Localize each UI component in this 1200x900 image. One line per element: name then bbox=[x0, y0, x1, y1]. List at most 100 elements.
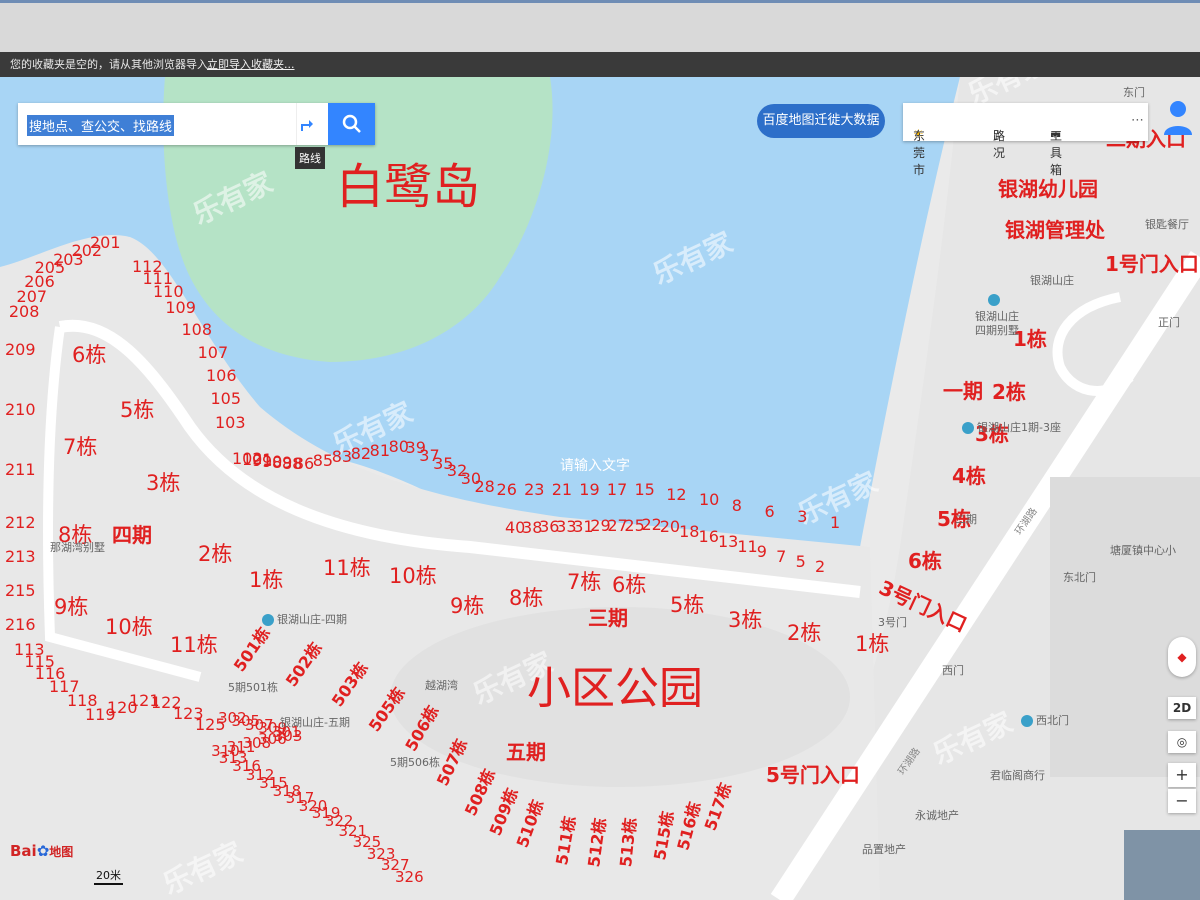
street-view-thumbnail[interactable] bbox=[1124, 830, 1200, 900]
building-label: 6栋 bbox=[908, 549, 942, 573]
villa-number-label: 9 bbox=[756, 542, 767, 562]
traffic-label: 路况 bbox=[993, 129, 1006, 160]
villa-number-label: 7 bbox=[776, 547, 787, 567]
poi-yinhu[interactable]: 银湖山庄 bbox=[1030, 275, 1074, 286]
poi-northeast-gate[interactable]: 东北门 bbox=[1063, 572, 1096, 583]
poi-east-gate[interactable]: 东门 bbox=[1123, 87, 1145, 98]
poi-yuehuwan[interactable]: 越湖湾 bbox=[425, 680, 458, 691]
search-icon bbox=[342, 114, 361, 133]
poi-name: 塘厦镇中心小 bbox=[1110, 544, 1176, 557]
poi-marker-icon bbox=[962, 422, 974, 434]
poi-main-gate[interactable]: 正门 bbox=[1158, 317, 1180, 328]
villa-number-label: 16 bbox=[698, 527, 719, 547]
poi-506[interactable]: 5期506栋 bbox=[390, 757, 440, 768]
favorites-bar: 您的收藏夹是空的，请从其他浏览器导入。 立即导入收藏夹... bbox=[0, 52, 1200, 77]
egret-island-label: 白鹭岛 bbox=[336, 159, 481, 215]
phase1-label: 一期 bbox=[943, 379, 983, 403]
building-label: 2栋 bbox=[787, 621, 822, 645]
poi-name: 那湖湾别墅 bbox=[50, 541, 105, 554]
poi-name: 东门 bbox=[1123, 86, 1145, 99]
search-button[interactable] bbox=[328, 103, 375, 145]
phase3-label: 三期 bbox=[588, 606, 628, 630]
poi-yinhu-5[interactable]: 银湖山庄-五期 bbox=[280, 717, 350, 728]
villa-number-label: 208 bbox=[8, 302, 40, 322]
logo-text: 地图 bbox=[49, 845, 74, 859]
poi-west-gate[interactable]: 西门 bbox=[942, 665, 964, 676]
poi-name: 二期 bbox=[955, 513, 977, 526]
user-icon bbox=[1164, 101, 1192, 135]
park-label: 小区公园 bbox=[527, 663, 703, 714]
poi-name: 西门 bbox=[942, 664, 964, 677]
poi-yinhu-4[interactable]: 银湖山庄-四期 bbox=[262, 614, 347, 626]
building-label: 6栋 bbox=[72, 343, 107, 367]
input-text-label: 请输入文字 bbox=[560, 458, 630, 474]
phase4-label: 四期 bbox=[112, 523, 152, 547]
poi-501[interactable]: 5期501栋 bbox=[228, 682, 278, 693]
poi-northwest-gate[interactable]: 西北门 bbox=[1021, 715, 1069, 727]
villa-number-label: 15 bbox=[634, 480, 655, 499]
villa-number-label: 213 bbox=[5, 547, 36, 567]
villa-number-label: 103 bbox=[215, 413, 246, 432]
villa-number-label: 81 bbox=[369, 440, 390, 460]
villa-number-label: 107 bbox=[197, 342, 229, 362]
building-label: 4栋 bbox=[952, 464, 986, 488]
map-toolbar: ☀ 东莞市 ⌄ ▯ 路况 ▬ 工具箱 ⌄ bbox=[903, 103, 1148, 177]
more-button[interactable]: ⋯ bbox=[1126, 103, 1148, 141]
search-box: 搜地点、查公交、找路线 bbox=[18, 103, 375, 145]
poi-name: 5期501栋 bbox=[228, 681, 278, 694]
poi-naji-villa[interactable]: 那湖湾别墅 bbox=[50, 542, 105, 553]
villa-number-label: 19 bbox=[579, 480, 600, 499]
user-avatar[interactable] bbox=[1160, 97, 1196, 137]
chevron-down-icon: ⌄ bbox=[1050, 127, 1061, 141]
phase5-label: 五期 bbox=[506, 740, 546, 764]
search-input[interactable]: 搜地点、查公交、找路线 bbox=[27, 115, 175, 136]
poi-yongcheng[interactable]: 永诚地产 bbox=[915, 810, 959, 821]
villa-number-label: 11 bbox=[737, 537, 758, 557]
poi-restaurant[interactable]: 银匙餐厅 bbox=[1145, 219, 1189, 230]
poi-name: 5期506栋 bbox=[390, 756, 440, 769]
villa-number-label: 6 bbox=[764, 501, 775, 521]
poi-villa4[interactable]: 银湖山庄 四期别墅 bbox=[975, 294, 1019, 339]
poi-r2[interactable]: 二期 bbox=[955, 514, 977, 525]
poi-gate3[interactable]: 3号门 bbox=[878, 617, 907, 628]
map-canvas[interactable]: 乐有家 乐有家 乐有家 乐有家 乐有家 乐有家 乐有家 乐有家 白鹭岛 小区公园… bbox=[0, 77, 1200, 900]
poi-name: 永诚地产 bbox=[915, 809, 959, 822]
poi-junlinge[interactable]: 君临阁商行 bbox=[990, 770, 1045, 781]
route-button[interactable] bbox=[296, 103, 331, 145]
building-label: 5栋 bbox=[670, 593, 705, 617]
villa-number-label: 1 bbox=[830, 513, 841, 532]
favorites-empty-message: 您的收藏夹是空的，请从其他浏览器导入。 bbox=[10, 58, 219, 71]
villa-number-label: 13 bbox=[717, 532, 739, 552]
villa-number-label: 326 bbox=[395, 868, 424, 886]
poi-tangxia-school[interactable]: 塘厦镇中心小 bbox=[1110, 545, 1176, 556]
poi-marker-icon bbox=[988, 294, 1000, 306]
villa-number-label: 106 bbox=[206, 365, 237, 385]
poi-name: 正门 bbox=[1158, 316, 1180, 329]
villa-number-label: 109 bbox=[165, 297, 196, 317]
zoom-in-button[interactable]: + bbox=[1168, 763, 1196, 787]
poi-pinzhi[interactable]: 品置地产 bbox=[862, 844, 906, 855]
building-label: 9栋 bbox=[54, 595, 89, 619]
building-label: 3栋 bbox=[146, 471, 181, 495]
chevron-down-icon: ⌄ bbox=[913, 127, 924, 141]
poi-name: 3号门 bbox=[878, 616, 907, 629]
villa-number-label: 5 bbox=[795, 552, 806, 572]
compass-control[interactable]: ◆ bbox=[1168, 637, 1196, 677]
villa-number-label: 86 bbox=[293, 454, 315, 474]
poi-name: 银湖山庄1期-3座 bbox=[977, 421, 1061, 434]
mode-2d-button[interactable]: 2D bbox=[1168, 697, 1196, 719]
villa-number-label: 26 bbox=[496, 480, 517, 499]
building-label: 5栋 bbox=[120, 398, 155, 422]
building-label: 10栋 bbox=[105, 615, 153, 639]
villa-number-label: 209 bbox=[5, 340, 36, 359]
paw-icon: ✿ bbox=[36, 842, 50, 860]
baidu-map-logo: Bai✿地图 bbox=[10, 842, 73, 860]
migration-data-button[interactable]: 百度地图迁徙大数据 bbox=[757, 104, 885, 138]
villa-number-label: 82 bbox=[350, 443, 372, 463]
import-favorites-link[interactable]: 立即导入收藏夹... bbox=[207, 52, 295, 77]
poi-name: 四期别墅 bbox=[975, 324, 1019, 338]
poi-phase1-3[interactable]: 银湖山庄1期-3座 bbox=[962, 422, 1061, 434]
poi-name: 西北门 bbox=[1036, 714, 1069, 727]
zoom-out-button[interactable]: − bbox=[1168, 789, 1196, 813]
locate-button[interactable]: ◎ bbox=[1168, 731, 1196, 753]
